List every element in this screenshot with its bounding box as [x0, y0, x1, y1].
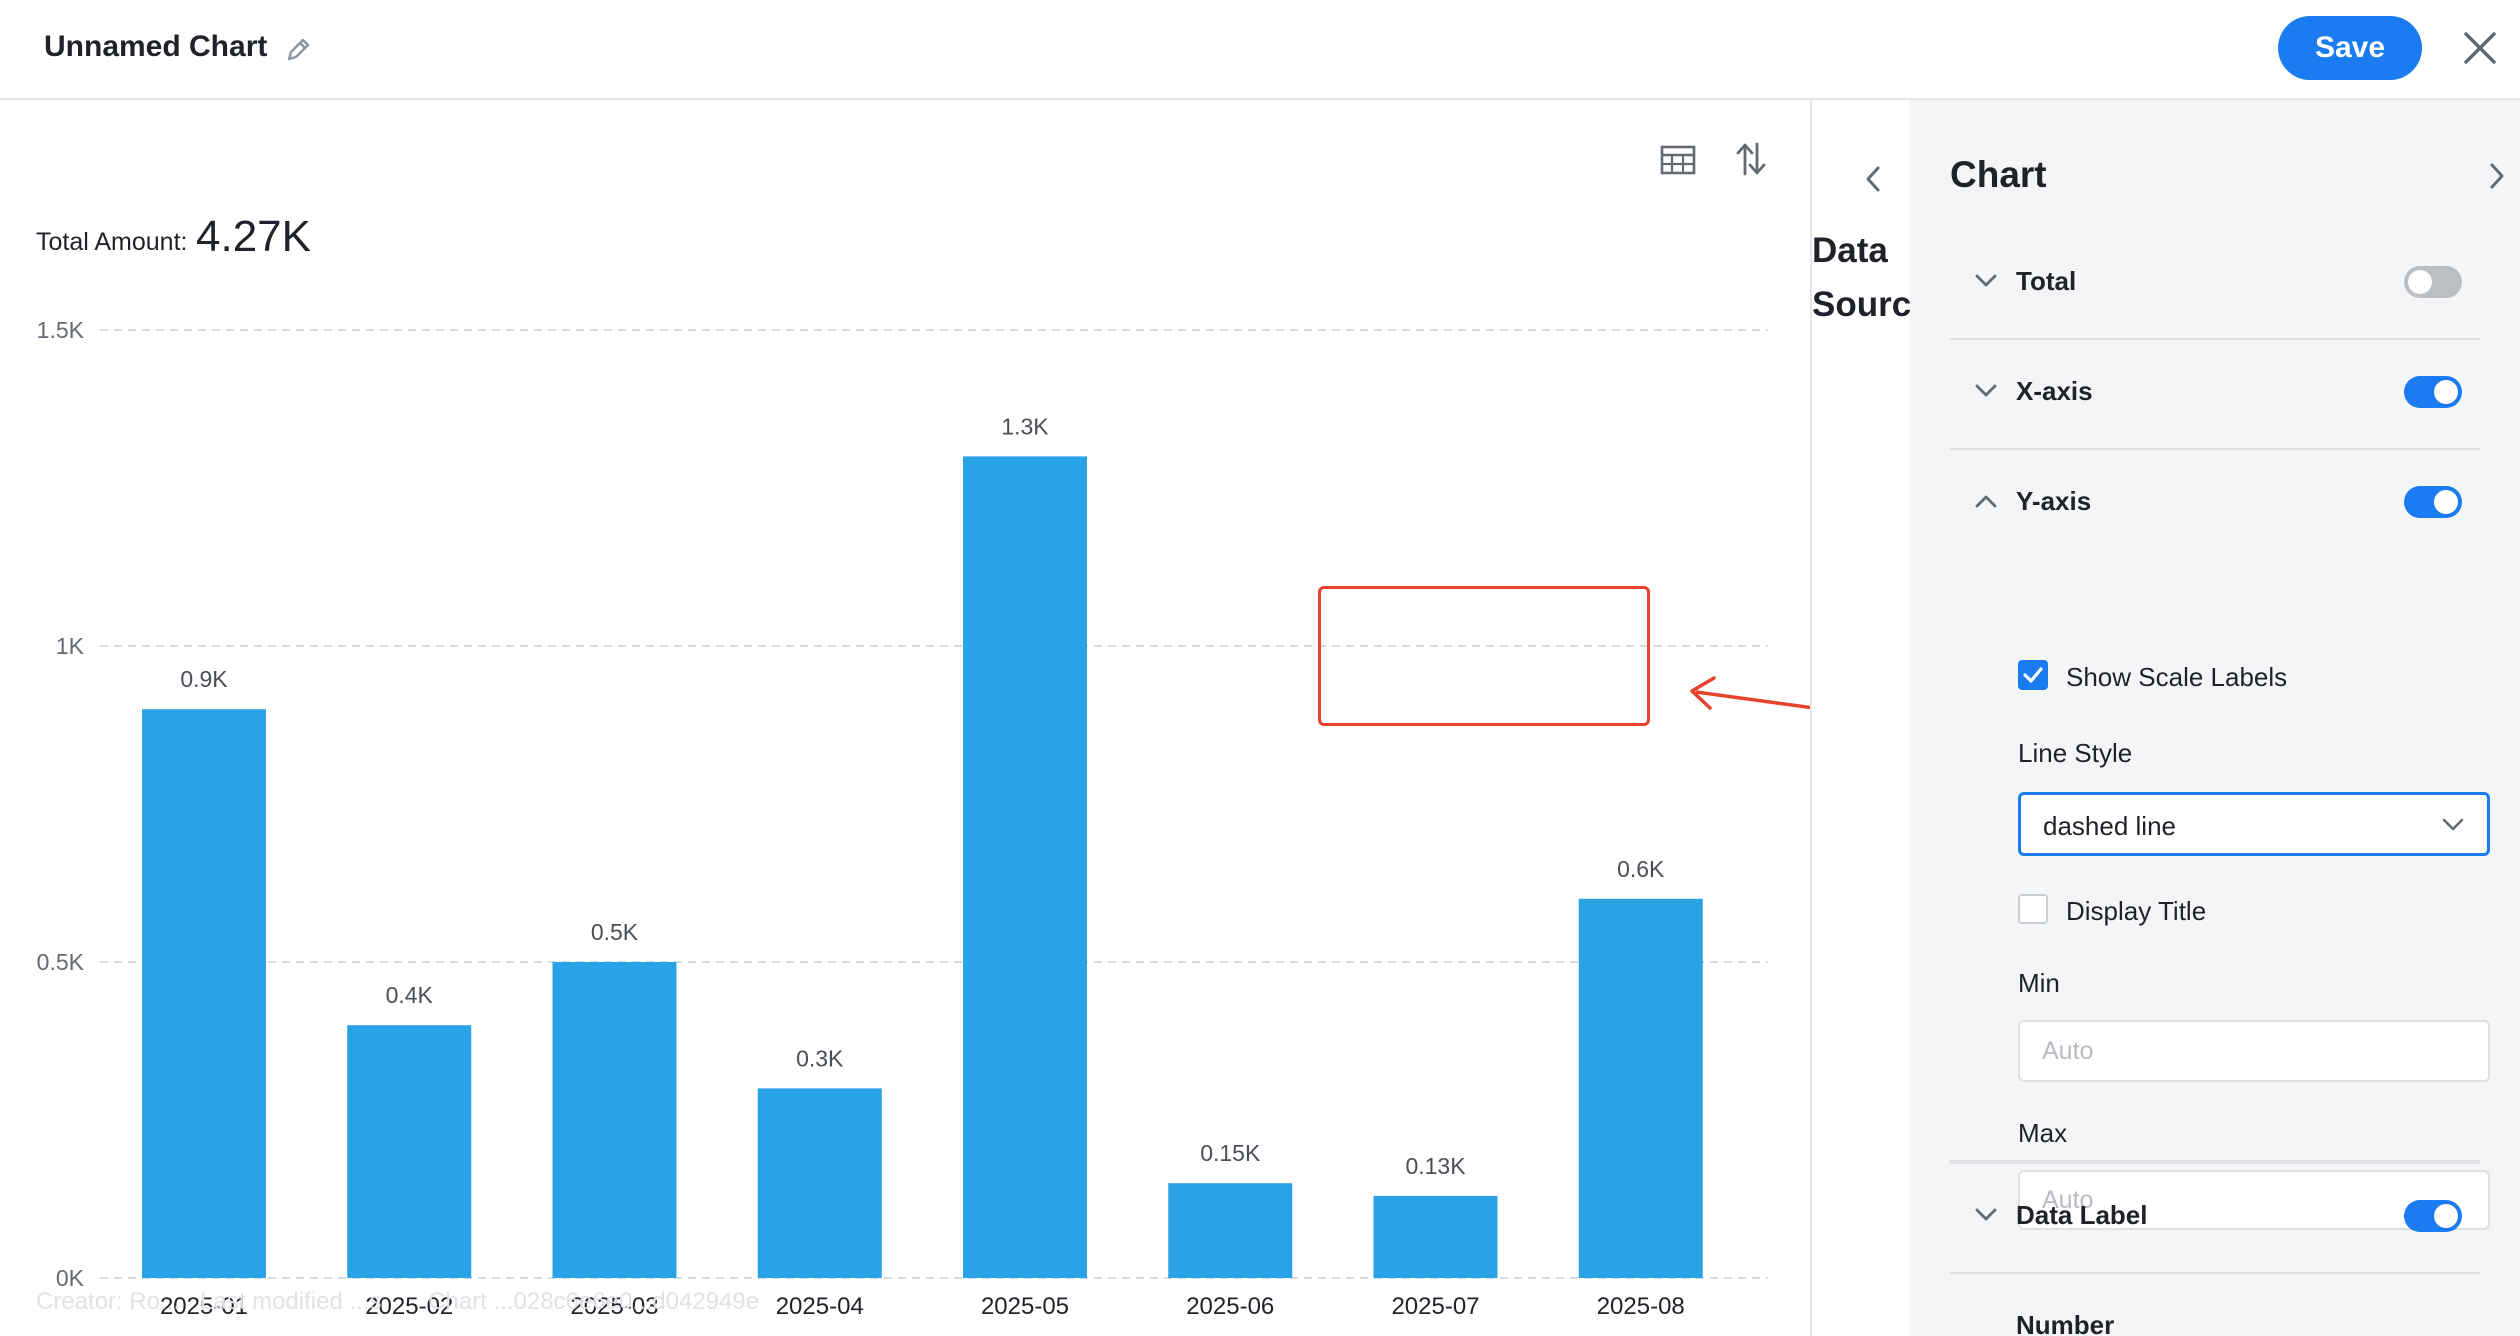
bar [757, 1088, 882, 1278]
bar [552, 962, 677, 1278]
display-title-label: Display Title [2066, 896, 2207, 926]
data-label-toggle[interactable] [2404, 1200, 2462, 1232]
x-tick-label: 2025-07 [1391, 1293, 1479, 1320]
x-axis-toggle[interactable] [2404, 376, 2462, 408]
watermark: Creator: Ro... Last modified ...s Chart … [36, 1288, 760, 1315]
bar [1578, 898, 1703, 1278]
x-tick-label: 2025-05 [981, 1293, 1069, 1320]
line-style-label: Line Style [2018, 738, 2133, 768]
data-label: 0.3K [796, 1045, 844, 1071]
data-label: 0.5K [591, 919, 639, 945]
config-panel-title: Chart [1950, 154, 2047, 195]
section-x-axis: X-axis [1950, 340, 2480, 450]
chevron-up-icon[interactable] [1974, 492, 1998, 510]
y-tick-label: 0.5K [37, 949, 85, 975]
top-bar: Unnamed Chart Save [0, 0, 2520, 100]
display-title-checkbox[interactable] [2018, 894, 2048, 924]
bar [347, 1025, 472, 1278]
total-amount-label: Total Amount: [36, 228, 188, 256]
chart-title: Unnamed Chart [44, 30, 268, 63]
bar [963, 456, 1087, 1278]
section-total-label: Total [2016, 266, 2077, 296]
data-label: 1.3K [1001, 413, 1049, 439]
annotation-highlight-box [1318, 586, 1650, 726]
line-style-value: dashed line [2043, 811, 2176, 841]
y-axis-toggle[interactable] [2404, 486, 2462, 518]
min-label: Min [2018, 968, 2060, 998]
total-amount-value: 4.27K [196, 212, 311, 261]
total-toggle[interactable] [2404, 266, 2462, 298]
chevron-down-icon[interactable] [1974, 1206, 1998, 1224]
x-tick-label: 2025-08 [1597, 1293, 1685, 1320]
line-style-select[interactable]: dashed line [2018, 792, 2490, 856]
checkmark-icon [2023, 667, 2043, 683]
chevron-down-icon [2442, 818, 2464, 831]
chart-config-panel: Chart Total X-axis Y-axis Show Scale Lab… [1910, 100, 2520, 1336]
section-x-axis-label: X-axis [2016, 376, 2093, 406]
pencil-icon[interactable] [284, 34, 314, 64]
data-label: 0.9K [180, 666, 228, 692]
section-y-axis-label: Y-axis [2016, 486, 2092, 516]
show-scale-labels-label: Show Scale Labels [2066, 662, 2288, 692]
data-label: 0.6K [1617, 856, 1665, 882]
save-button[interactable]: Save [2278, 16, 2422, 80]
table-view-icon[interactable] [1660, 144, 1696, 176]
section-total: Total [1950, 230, 2480, 340]
bar [1373, 1195, 1498, 1278]
y-axis-settings: Show Scale Labels Line Style dashed line… [1950, 542, 2490, 1164]
max-label: Max [2018, 1118, 2068, 1148]
data-label: 0.4K [386, 982, 434, 1008]
data-source-panel: Data Source [1810, 100, 1912, 1336]
data-source-title: Data Source [1812, 231, 1912, 324]
min-input[interactable] [2018, 1020, 2490, 1082]
y-tick-label: 1.5K [37, 317, 85, 343]
close-icon[interactable] [2460, 28, 2500, 68]
bar [1168, 1183, 1293, 1278]
chevron-right-icon[interactable] [2484, 160, 2510, 192]
bar [142, 709, 266, 1278]
data-label: 0.13K [1405, 1153, 1466, 1179]
data-label: 0.15K [1200, 1140, 1261, 1166]
sort-icon[interactable] [1734, 140, 1768, 178]
chevron-down-icon[interactable] [1974, 382, 1998, 400]
x-tick-label: 2025-04 [776, 1293, 864, 1320]
show-scale-labels-checkbox[interactable] [2018, 660, 2048, 690]
chevron-left-icon[interactable] [1860, 164, 1886, 194]
section-data-label: Data Label [1950, 1162, 2480, 1274]
section-data-label-label: Data Label [2016, 1200, 2148, 1230]
bar-chart: 0K0.5K1K1.5K0.9K2025-010.4K2025-020.5K20… [37, 317, 1768, 1320]
section-number-label: Number [2016, 1310, 2115, 1336]
chevron-down-icon[interactable] [1974, 272, 1998, 290]
x-tick-label: 2025-06 [1186, 1293, 1274, 1320]
y-tick-label: 1K [56, 633, 85, 659]
